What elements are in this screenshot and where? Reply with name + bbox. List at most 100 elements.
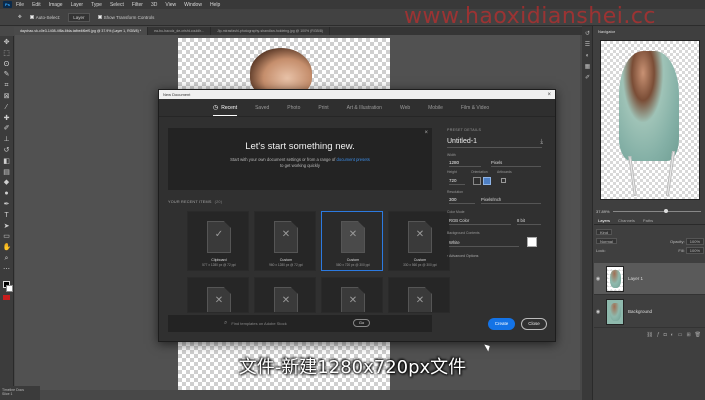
swatches-icon[interactable]: ▦ [584, 64, 591, 70]
shape-tool-icon[interactable]: ▭ [3, 233, 11, 241]
zoom-slider[interactable] [612, 208, 701, 213]
search-go-button[interactable]: Go [353, 319, 370, 327]
eyedropper-tool-icon[interactable]: ⁄ [3, 104, 11, 112]
tab-paths[interactable]: Paths [639, 217, 657, 224]
resolution-input[interactable]: 300 [449, 197, 475, 204]
layer-row-background[interactable]: ◉ Background [594, 296, 705, 328]
background-color-swatch[interactable] [527, 237, 537, 247]
clone-stamp-tool-icon[interactable]: ⊥ [3, 136, 11, 144]
save-preset-icon[interactable]: ⤓ [540, 139, 543, 146]
auto-select-dropdown[interactable]: Layer [68, 12, 90, 22]
add-mask-icon[interactable]: ◘ [664, 332, 667, 340]
history-icon[interactable]: ↺ [584, 31, 591, 37]
doc-tab-1[interactable]: daychao-vk-c0e3-1408-4f8a-6fda-tafbe4f6e… [14, 27, 149, 35]
close-banner-icon[interactable]: × [424, 130, 428, 136]
properties-icon[interactable]: ☰ [584, 42, 591, 48]
zoom-slider-knob[interactable] [663, 208, 668, 213]
menu-filter[interactable]: Filter [132, 2, 143, 8]
crop-tool-icon[interactable]: ⌗ [3, 82, 11, 90]
add-style-icon[interactable]: ƒ [657, 332, 660, 340]
eraser-tool-icon[interactable]: ◧ [3, 158, 11, 166]
recent-item-card[interactable]: ✓ Clipboard 577 x 1280 px @ 72 ppi [187, 211, 249, 271]
resolution-unit-select[interactable]: Pixels/Inch [481, 197, 541, 204]
move-tool-icon[interactable]: ✥ [18, 14, 22, 20]
adjustments-icon[interactable]: ◐ [584, 53, 591, 59]
history-brush-tool-icon[interactable]: ↺ [3, 147, 11, 155]
width-input[interactable]: 1280 [449, 160, 481, 167]
menu-3d[interactable]: 3D [151, 2, 157, 8]
create-button[interactable]: Create [488, 318, 515, 330]
advanced-options-toggle[interactable]: › Advanced Options [447, 254, 478, 258]
tab-web[interactable]: Web [400, 99, 410, 117]
layer-filter-kind[interactable]: Kind [596, 229, 613, 235]
brush-tool-icon[interactable]: ✐ [3, 125, 11, 133]
navigator-panel-title[interactable]: Navigator [594, 29, 705, 37]
layer-row-layer1[interactable]: ◉ Layer 1 [594, 263, 705, 295]
show-transform-checkbox[interactable]: Show Transform Controls [97, 15, 154, 20]
menu-file[interactable]: File [16, 2, 24, 8]
opacity-input[interactable]: 100% [685, 237, 704, 245]
height-input[interactable]: 720 [449, 178, 465, 185]
menu-layer[interactable]: Layer [71, 2, 84, 8]
background-color-swatch[interactable] [5, 284, 13, 292]
tab-art-illustration[interactable]: Art & Illustration [347, 99, 382, 117]
close-button[interactable]: Close [521, 318, 547, 330]
menu-select[interactable]: Select [110, 2, 124, 8]
pen-tool-icon[interactable]: ✒ [3, 201, 11, 209]
recent-item-card[interactable]: ✕ [321, 277, 383, 313]
navigator-thumbnail[interactable] [600, 40, 700, 200]
document-presets-link[interactable]: document presets [337, 157, 370, 162]
marquee-tool-icon[interactable]: ⬚ [3, 50, 11, 58]
close-icon[interactable]: × [547, 92, 551, 98]
menu-type[interactable]: Type [91, 2, 102, 8]
width-unit-select[interactable]: Pixels [491, 160, 541, 167]
gradient-tool-icon[interactable]: ▤ [3, 169, 11, 177]
brush-settings-icon[interactable]: ✐ [584, 75, 591, 81]
tab-layers[interactable]: Layers [594, 217, 614, 224]
blur-tool-icon[interactable]: ◆ [3, 179, 11, 187]
recent-item-card[interactable]: ✕ Custom 960 x 1280 px @ 72 ppi [254, 211, 316, 271]
quick-select-tool-icon[interactable]: ✎ [3, 71, 11, 79]
menu-image[interactable]: Image [49, 2, 63, 8]
frame-tool-icon[interactable]: ⊠ [3, 93, 11, 101]
menu-edit[interactable]: Edit [32, 2, 41, 8]
move-tool-icon[interactable]: ✥ [3, 39, 11, 47]
artboards-checkbox[interactable] [501, 178, 506, 183]
menu-help[interactable]: Help [210, 2, 220, 8]
layer-name[interactable]: Layer 1 [628, 276, 643, 281]
dodge-tool-icon[interactable]: ● [3, 190, 11, 198]
background-contents-select[interactable]: White [449, 240, 519, 247]
tab-saved[interactable]: Saved [255, 99, 269, 117]
landscape-orientation-icon[interactable] [483, 177, 491, 185]
auto-select-checkbox[interactable]: Auto-Select: [29, 15, 60, 20]
layer-name[interactable]: Background [628, 309, 652, 314]
menu-window[interactable]: Window [184, 2, 202, 8]
document-name-input[interactable]: Untitled-1 [447, 138, 542, 148]
blend-mode-select[interactable]: Normal [596, 238, 617, 244]
portrait-orientation-icon[interactable] [473, 177, 481, 185]
bit-depth-select[interactable]: 8 bit [517, 218, 541, 225]
hand-tool-icon[interactable]: ✋ [3, 244, 12, 252]
tab-recent[interactable]: ◷ Recent [213, 99, 238, 117]
zoom-tool-icon[interactable]: ⌕ [3, 255, 11, 263]
tab-print[interactable]: Print [318, 99, 328, 117]
delete-layer-icon[interactable]: 🗑 [695, 332, 701, 340]
tab-channels[interactable]: Channels [614, 217, 639, 224]
lasso-tool-icon[interactable]: ʘ [3, 61, 11, 69]
doc-tab-2[interactable]: ea-bu-baculz_de-crisht-couldh... [148, 27, 212, 35]
recent-item-card[interactable]: ✕ [187, 277, 249, 313]
new-layer-icon[interactable]: ⊞ [686, 332, 690, 340]
recent-item-card[interactable]: ✕ [254, 277, 316, 313]
doc-tab-3[interactable]: Jip-mirasfashi-photography-shandlan-hold… [211, 27, 330, 35]
link-layers-icon[interactable]: ⛓ [647, 332, 653, 340]
fill-input[interactable]: 100% [685, 246, 704, 254]
new-group-icon[interactable]: ▭ [678, 332, 683, 340]
healing-brush-tool-icon[interactable]: ✚ [3, 115, 11, 123]
menu-view[interactable]: View [165, 2, 176, 8]
quick-mask-icon[interactable] [3, 294, 10, 300]
recent-item-card-selected[interactable]: ✕ Custom 580 x 720 px @ 300 ppi [321, 211, 383, 271]
tab-mobile[interactable]: Mobile [428, 99, 443, 117]
path-select-tool-icon[interactable]: ➤ [3, 223, 11, 231]
color-mode-select[interactable]: RGB Color [449, 218, 511, 225]
new-fill-layer-icon[interactable]: ◐ [671, 332, 674, 340]
